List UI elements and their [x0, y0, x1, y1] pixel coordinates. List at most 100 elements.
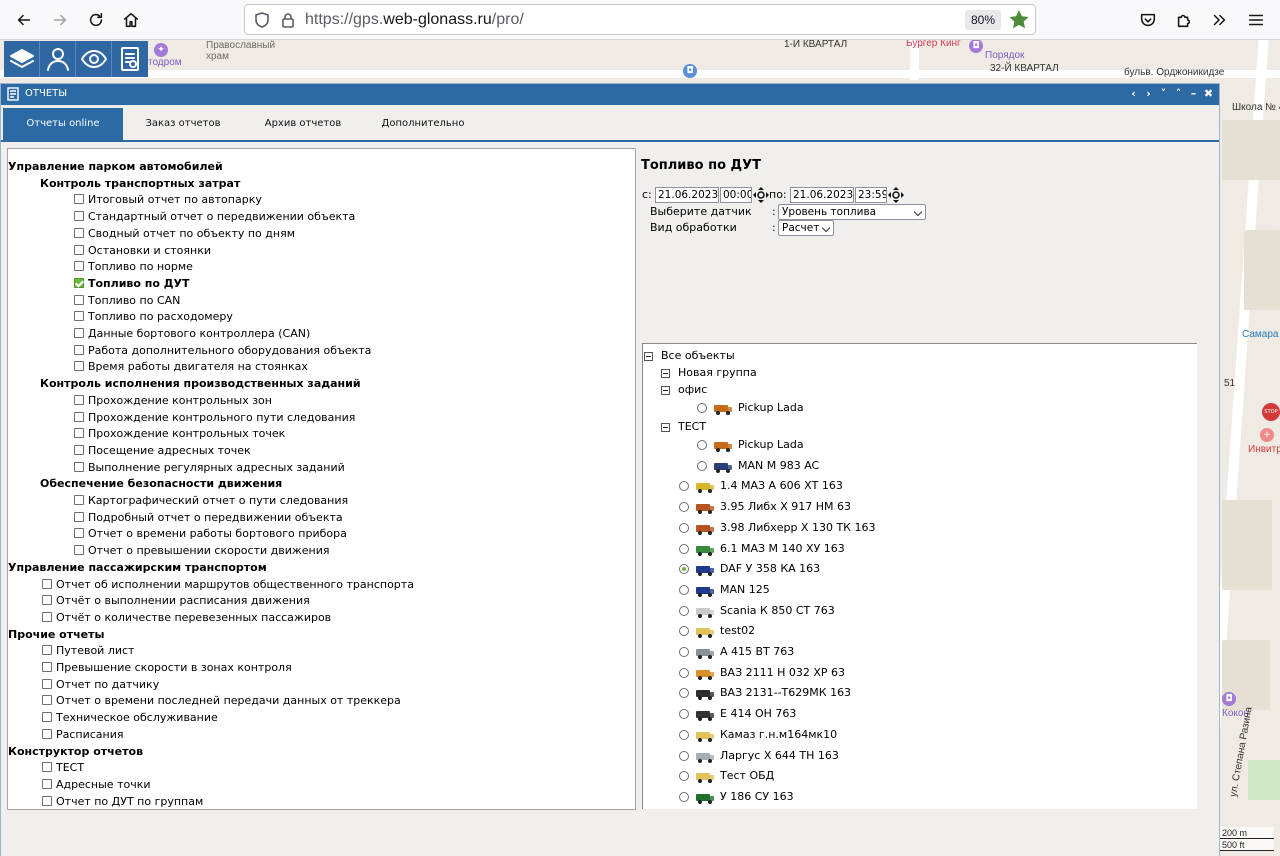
- from-date-input[interactable]: 21.06.2023: [655, 187, 719, 203]
- collapse-icon[interactable]: [661, 422, 670, 432]
- url-text[interactable]: https://gps.web-glonass.ru/pro/: [305, 11, 524, 29]
- object-item[interactable]: 3.98 Либхерр Х 130 ТК 163: [679, 518, 875, 538]
- report-item[interactable]: Отчёт о количестве перевезенных пассажир…: [42, 610, 331, 626]
- report-checkbox[interactable]: [74, 361, 84, 372]
- time-adjust-icon[interactable]: [888, 187, 904, 203]
- object-item[interactable]: 1.4 МАЗ А 606 ХТ 163: [679, 476, 843, 496]
- report-item[interactable]: Отчет по ДУТ по группам: [42, 794, 203, 809]
- report-checkbox[interactable]: [74, 227, 84, 238]
- report-checkbox[interactable]: [42, 795, 52, 806]
- report-item[interactable]: Подробный отчет о передвижении объекта: [74, 510, 343, 526]
- collapse-icon[interactable]: [661, 385, 670, 395]
- object-item[interactable]: DAF У 358 КА 163: [679, 559, 820, 579]
- object-radio[interactable]: [679, 584, 689, 595]
- report-item[interactable]: Техническое обслуживание: [42, 710, 218, 726]
- object-radio[interactable]: [679, 564, 689, 575]
- object-radio[interactable]: [679, 771, 689, 782]
- close-icon[interactable]: ✖: [1202, 86, 1215, 102]
- report-checkbox[interactable]: [42, 645, 52, 656]
- report-item[interactable]: Топливо по расходомеру: [74, 309, 233, 325]
- object-radio[interactable]: [679, 605, 689, 616]
- object-radio[interactable]: [697, 460, 707, 471]
- object-item[interactable]: Pickup Lada: [697, 435, 804, 455]
- report-item[interactable]: Прохождение контрольного пути следования: [74, 410, 355, 426]
- poryadok-poi-icon[interactable]: ◘: [969, 40, 983, 53]
- report-item[interactable]: Выполнение регулярных адресных заданий: [74, 460, 345, 476]
- minimize-icon[interactable]: –: [1187, 86, 1200, 102]
- object-radio[interactable]: [679, 709, 689, 720]
- report-item[interactable]: Данные бортового контроллера (CAN): [74, 326, 310, 342]
- report-item[interactable]: Картографический отчет о пути следования: [74, 493, 348, 509]
- from-time-input[interactable]: 00:00: [720, 187, 752, 203]
- reports-tree[interactable]: Управление парком автомобилей Контроль тр…: [7, 148, 636, 810]
- object-item[interactable]: MAN M 983 AC: [697, 456, 819, 476]
- object-radio[interactable]: [679, 502, 689, 513]
- report-checkbox[interactable]: [42, 762, 52, 773]
- object-item[interactable]: 6.1 МАЗ М 140 ХУ 163: [679, 539, 845, 559]
- object-radio[interactable]: [679, 647, 689, 657]
- pocket-button[interactable]: [1134, 6, 1162, 34]
- object-item[interactable]: ВАЗ 2111 Н 032 ХР 63: [679, 663, 845, 683]
- chevron-right-icon[interactable]: ›: [1142, 86, 1155, 102]
- report-checkbox[interactable]: [74, 495, 84, 505]
- report-checkbox[interactable]: [74, 261, 84, 272]
- report-checkbox[interactable]: [42, 611, 52, 622]
- object-radio[interactable]: [697, 403, 707, 413]
- church-poi-icon[interactable]: ✦: [154, 43, 168, 57]
- report-checkbox[interactable]: [74, 344, 84, 355]
- stop-sign-icon[interactable]: STOP: [1262, 403, 1280, 421]
- object-radio[interactable]: [679, 481, 689, 492]
- processing-select[interactable]: Расчет: [778, 220, 834, 236]
- report-item[interactable]: Отчет о времени работы бортового прибора: [74, 526, 347, 542]
- objects-tree[interactable]: Все объекты Новая группа офис Pickup Lada ТЕ…: [642, 343, 1197, 809]
- report-item[interactable]: Отчет о времени последней передачи данны…: [42, 693, 401, 709]
- reports-button[interactable]: [112, 41, 148, 77]
- object-radio[interactable]: [679, 667, 689, 678]
- report-checkbox[interactable]: [42, 695, 52, 706]
- to-time-input[interactable]: 23:59: [855, 187, 887, 203]
- back-button[interactable]: [10, 6, 38, 34]
- kokon-poi-icon[interactable]: ◘: [1222, 692, 1236, 706]
- to-date-input[interactable]: 21.06.2023: [790, 187, 854, 203]
- object-radio[interactable]: [679, 688, 689, 699]
- object-radio[interactable]: [679, 522, 689, 533]
- object-radio[interactable]: [679, 543, 689, 554]
- home-button[interactable]: [117, 6, 145, 34]
- object-item[interactable]: Ларгус Х 644 ТН 163: [679, 746, 839, 766]
- tab-archive[interactable]: Архив отчетов: [243, 108, 363, 140]
- report-item[interactable]: Адресные точки: [42, 777, 151, 793]
- object-radio[interactable]: [679, 750, 689, 761]
- object-item[interactable]: MAN 125: [679, 580, 770, 600]
- report-checkbox[interactable]: [42, 662, 52, 672]
- report-item[interactable]: Итоговый отчет по автопарку: [74, 192, 262, 208]
- object-item[interactable]: Тест ОБД: [679, 766, 774, 786]
- overflow-button[interactable]: [1205, 6, 1233, 34]
- report-checkbox[interactable]: [74, 394, 84, 405]
- url-bar[interactable]: https://gps.web-glonass.ru/pro/ 80%: [244, 4, 1036, 35]
- object-item[interactable]: А 415 ВТ 763: [679, 642, 794, 662]
- report-item[interactable]: Топливо по CAN: [74, 293, 180, 309]
- tab-order-reports[interactable]: Заказ отчетов: [123, 108, 243, 140]
- object-item[interactable]: ВАЗ 2131--Т629МК 163: [679, 683, 851, 703]
- reload-button[interactable]: [82, 6, 110, 34]
- forward-button[interactable]: [46, 6, 74, 34]
- collapse-icon[interactable]: [644, 351, 653, 361]
- layers-button[interactable]: [4, 41, 40, 77]
- object-item[interactable]: Scania К 850 СТ 763: [679, 601, 835, 621]
- report-item[interactable]: Топливо по норме: [74, 259, 193, 275]
- report-item[interactable]: ТЕСТ: [42, 760, 84, 776]
- report-checkbox[interactable]: [74, 328, 84, 338]
- object-radio[interactable]: [679, 791, 689, 802]
- report-item[interactable]: Остановки и стоянки: [74, 243, 211, 259]
- report-item[interactable]: Работа дополнительного оборудования объе…: [74, 343, 371, 359]
- object-radio[interactable]: [679, 729, 689, 740]
- group-test[interactable]: ТЕСТ: [661, 417, 706, 437]
- zoom-level[interactable]: 80%: [965, 10, 1002, 30]
- user-button[interactable]: [40, 41, 76, 77]
- object-radio[interactable]: [697, 440, 707, 450]
- report-checkbox[interactable]: [74, 294, 84, 305]
- time-adjust-icon[interactable]: [753, 187, 769, 203]
- report-item[interactable]: Стандартный отчет о передвижении объекта: [74, 209, 355, 225]
- report-checkbox[interactable]: [74, 211, 84, 222]
- object-item[interactable]: 3.95 Либх Х 917 НМ 63: [679, 497, 851, 517]
